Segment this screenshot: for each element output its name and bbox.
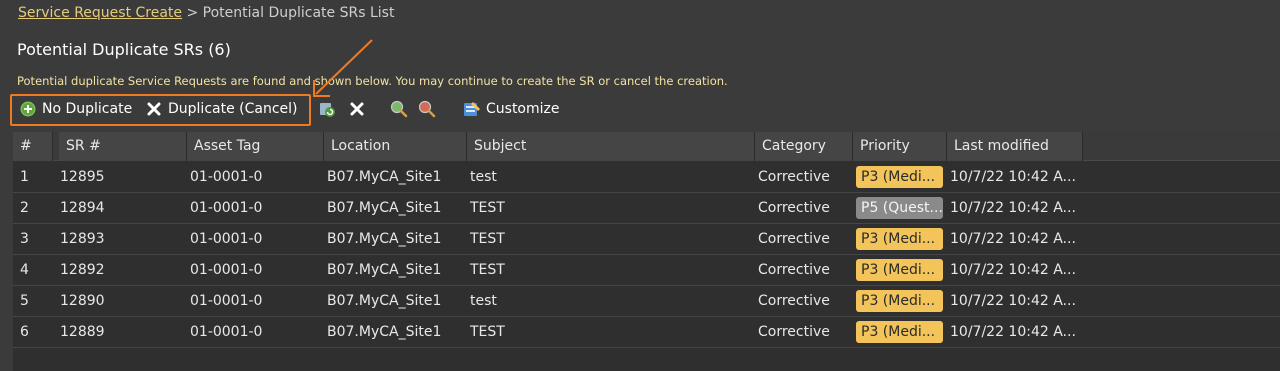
header-last-modified[interactable]: Last modified bbox=[947, 132, 1083, 161]
cell-last-modified: 10/7/22 10:42 A... bbox=[950, 231, 1076, 247]
cell-subject: TEST bbox=[470, 262, 505, 278]
cell-location: B07.MyCA_Site1 bbox=[327, 262, 442, 278]
cell-location: B07.MyCA_Site1 bbox=[327, 231, 442, 247]
cell-last-modified: 10/7/22 10:42 A... bbox=[950, 324, 1076, 340]
table-row[interactable]: 5 12890 01-0001-0 B07.MyCA_Site1 test Correct… bbox=[13, 286, 1280, 317]
cell-priority: P3 (Medi... bbox=[849, 162, 947, 193]
cell-last-modified: 10/7/22 10:42 A... bbox=[950, 200, 1076, 216]
cell-subject: test bbox=[470, 293, 497, 309]
cell-sr-number: 12890 bbox=[60, 293, 105, 309]
close-icon bbox=[348, 100, 366, 118]
zoom-out-button[interactable] bbox=[418, 94, 436, 124]
breadcrumb: Service Request Create > Potential Dupli… bbox=[18, 5, 394, 21]
cell-asset-tag: 01-0001-0 bbox=[190, 324, 263, 340]
table-row[interactable]: 6 12889 01-0001-0 B07.MyCA_Site1 TEST Correct… bbox=[13, 317, 1280, 348]
breadcrumb-separator: > bbox=[186, 5, 199, 21]
cell-location: B07.MyCA_Site1 bbox=[327, 324, 442, 340]
no-duplicate-label: No Duplicate bbox=[42, 101, 133, 117]
cell-sr-number: 12894 bbox=[60, 200, 105, 216]
zoom-out-icon bbox=[418, 100, 436, 118]
header-location[interactable]: Location bbox=[324, 132, 467, 161]
refresh-icon bbox=[318, 100, 336, 118]
breadcrumb-current: Potential Duplicate SRs List bbox=[202, 5, 395, 21]
duplicate-cancel-label: Duplicate (Cancel) bbox=[168, 101, 298, 117]
cell-subject: TEST bbox=[470, 200, 505, 216]
header-priority[interactable]: Priority bbox=[853, 132, 947, 161]
cell-priority: P5 (Quest... bbox=[849, 193, 947, 224]
cell-category: Corrective bbox=[758, 324, 830, 340]
cell-category: Corrective bbox=[758, 293, 830, 309]
cell-sr-number: 12889 bbox=[60, 324, 105, 340]
header-sr-number[interactable]: SR # bbox=[59, 132, 187, 161]
cell-category: Corrective bbox=[758, 262, 830, 278]
cell-location: B07.MyCA_Site1 bbox=[327, 169, 442, 185]
cell-last-modified: 10/7/22 10:42 A... bbox=[950, 293, 1076, 309]
cell-subject: TEST bbox=[470, 231, 505, 247]
breadcrumb-link-service-request-create[interactable]: Service Request Create bbox=[18, 5, 182, 21]
priority-badge: P3 (Medi... bbox=[856, 321, 943, 343]
cell-priority: P3 (Medi... bbox=[849, 317, 947, 348]
cell-category: Corrective bbox=[758, 231, 830, 247]
duplicates-table: # SR # Asset Tag Location Subject Catego… bbox=[13, 132, 1280, 371]
header-asset-tag[interactable]: Asset Tag bbox=[187, 132, 324, 161]
customize-button[interactable]: Customize bbox=[463, 94, 560, 124]
header-subject[interactable]: Subject bbox=[467, 132, 755, 161]
cell-location: B07.MyCA_Site1 bbox=[327, 200, 442, 216]
table-row[interactable]: 1 12895 01-0001-0 B07.MyCA_Site1 test Correct… bbox=[13, 162, 1280, 193]
page-title: Potential Duplicate SRs (6) bbox=[17, 40, 231, 59]
cell-asset-tag: 01-0001-0 bbox=[190, 262, 263, 278]
cell-priority: P3 (Medi... bbox=[849, 255, 947, 286]
duplicate-cancel-button[interactable]: Duplicate (Cancel) bbox=[145, 94, 298, 124]
cell-category: Corrective bbox=[758, 200, 830, 216]
cell-sr-number: 12892 bbox=[60, 262, 105, 278]
delete-button[interactable] bbox=[348, 94, 366, 124]
cell-asset-tag: 01-0001-0 bbox=[190, 200, 263, 216]
priority-badge: P3 (Medi... bbox=[856, 228, 943, 250]
customize-label: Customize bbox=[486, 101, 560, 117]
zoom-in-button[interactable] bbox=[390, 94, 408, 124]
priority-badge: P3 (Medi... bbox=[856, 290, 943, 312]
cell-subject: test bbox=[470, 169, 497, 185]
table-row[interactable]: 2 12894 01-0001-0 B07.MyCA_Site1 TEST Correct… bbox=[13, 193, 1280, 224]
table-header: # SR # Asset Tag Location Subject Catego… bbox=[13, 132, 1280, 161]
zoom-in-icon bbox=[390, 100, 408, 118]
duplicate-notice: Potential duplicate Service Requests are… bbox=[17, 74, 728, 88]
close-icon bbox=[145, 100, 163, 118]
customize-icon bbox=[463, 100, 481, 118]
table-row[interactable]: 3 12893 01-0001-0 B07.MyCA_Site1 TEST Correct… bbox=[13, 224, 1280, 255]
toolbar: No Duplicate Duplicate (Cancel) Customiz… bbox=[0, 94, 1280, 124]
header-category[interactable]: Category bbox=[755, 132, 853, 161]
cell-last-modified: 10/7/22 10:42 A... bbox=[950, 262, 1076, 278]
cell-subject: TEST bbox=[470, 324, 505, 340]
cell-priority: P3 (Medi... bbox=[849, 286, 947, 317]
refresh-button[interactable] bbox=[318, 94, 336, 124]
header-num[interactable]: # bbox=[13, 132, 53, 161]
cell-priority: P3 (Medi... bbox=[849, 224, 947, 255]
cell-sr-number: 12895 bbox=[60, 169, 105, 185]
cell-asset-tag: 01-0001-0 bbox=[190, 231, 263, 247]
cell-sr-number: 12893 bbox=[60, 231, 105, 247]
cell-asset-tag: 01-0001-0 bbox=[190, 293, 263, 309]
add-circle-icon bbox=[19, 100, 37, 118]
cell-location: B07.MyCA_Site1 bbox=[327, 293, 442, 309]
no-duplicate-button[interactable]: No Duplicate bbox=[19, 94, 132, 124]
priority-badge: P3 (Medi... bbox=[856, 166, 943, 188]
priority-badge: P5 (Quest... bbox=[856, 197, 943, 219]
priority-badge: P3 (Medi... bbox=[856, 259, 943, 281]
cell-last-modified: 10/7/22 10:42 A... bbox=[950, 169, 1076, 185]
table-row[interactable]: 4 12892 01-0001-0 B07.MyCA_Site1 TEST Correct… bbox=[13, 255, 1280, 286]
cell-category: Corrective bbox=[758, 169, 830, 185]
cell-asset-tag: 01-0001-0 bbox=[190, 169, 263, 185]
